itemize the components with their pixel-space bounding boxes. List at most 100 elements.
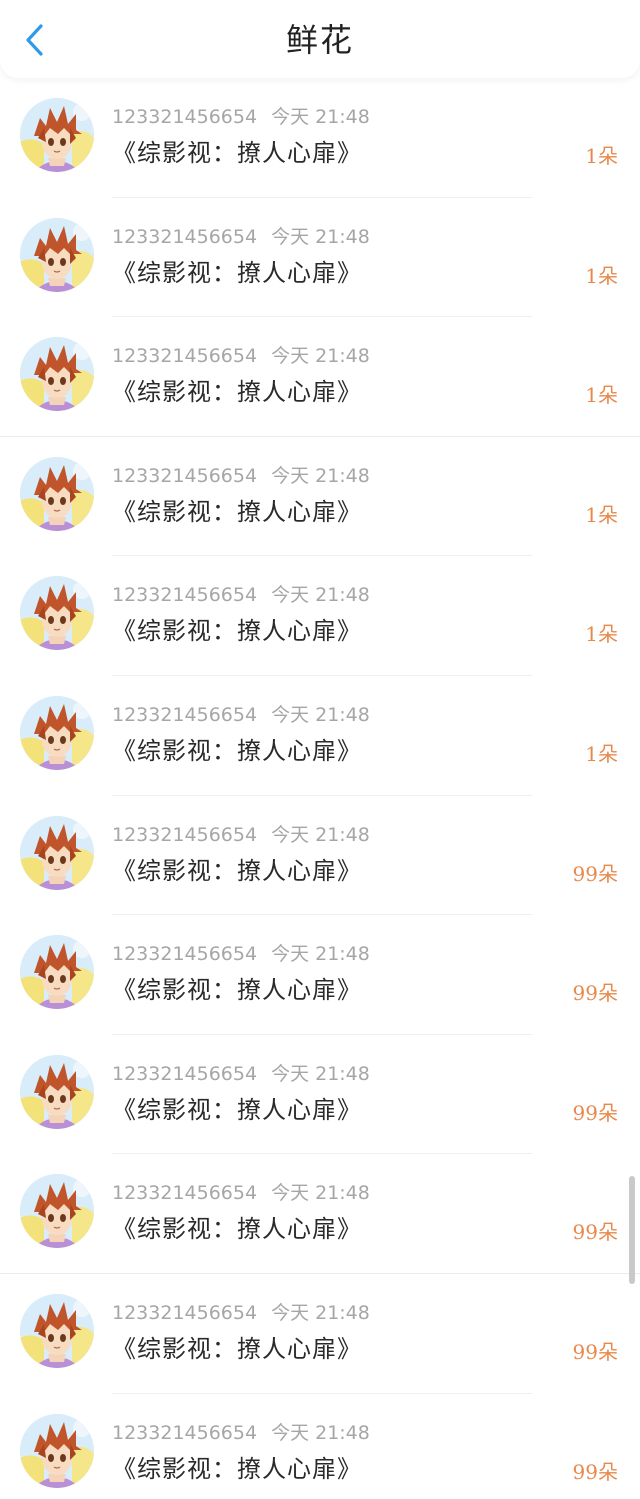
flower-count: 1朵 [585,502,618,527]
anime-avatar-icon [20,1174,94,1249]
book-title: 《综影视：撩人心扉》 [112,497,362,526]
avatar[interactable] [20,1293,94,1368]
book-title: 《综影视：撩人心扉》 [112,976,362,1005]
username: 123321456654 [112,225,258,248]
list-item[interactable]: 123321456654 今天 21:48 《综影视：撩人心扉》 99朵 [0,1274,640,1394]
item-meta: 123321456654 今天 21:48 [112,582,370,608]
anime-avatar-icon [20,695,94,770]
username: 123321456654 [112,1421,258,1444]
timestamp: 今天 21:48 [271,464,370,487]
avatar[interactable] [20,1174,94,1249]
username: 123321456654 [112,1301,258,1324]
avatar[interactable] [20,1413,94,1488]
item-meta: 123321456654 今天 21:48 [112,1300,370,1326]
username: 123321456654 [112,823,258,846]
avatar[interactable] [20,456,94,531]
timestamp: 今天 21:48 [271,1182,370,1205]
username: 123321456654 [112,1062,258,1085]
flower-count: 99朵 [572,861,618,886]
flower-count: 99朵 [572,981,618,1006]
avatar[interactable] [20,1054,94,1129]
avatar[interactable] [20,695,94,770]
avatar[interactable] [20,98,94,172]
flower-count: 99朵 [572,1220,618,1245]
list-item[interactable]: 123321456654 今天 21:48 《综影视：撩人心扉》 99朵 [0,1035,640,1155]
book-title: 《综影视：撩人心扉》 [112,617,362,646]
flower-count: 1朵 [585,622,618,647]
book-title: 《综影视：撩人心扉》 [112,378,362,407]
anime-avatar-icon [20,98,94,172]
book-title: 《综影视：撩人心扉》 [112,1215,362,1244]
list-item[interactable]: 123321456654 今天 21:48 《综影视：撩人心扉》 1朵 [0,556,640,676]
book-title: 《综影视：撩人心扉》 [112,139,362,167]
scrollbar-thumb[interactable] [629,1176,635,1284]
timestamp: 今天 21:48 [271,1421,370,1444]
book-title: 《综影视：撩人心扉》 [112,1454,362,1483]
anime-avatar-icon [20,576,94,651]
username: 123321456654 [112,703,258,726]
item-meta: 123321456654 今天 21:48 [112,1180,370,1206]
avatar[interactable] [20,337,94,412]
username: 123321456654 [112,464,258,487]
list-item[interactable]: 123321456654 今天 21:48 《综影视：撩人心扉》 1朵 [0,78,640,198]
item-meta: 123321456654 今天 21:48 [112,1420,370,1446]
book-title: 《综影视：撩人心扉》 [112,736,362,765]
timestamp: 今天 21:48 [271,584,370,607]
avatar[interactable] [20,935,94,1010]
list-item[interactable]: 123321456654 今天 21:48 《综影视：撩人心扉》 99朵 [0,796,640,916]
item-meta: 123321456654 今天 21:48 [112,224,370,250]
username: 123321456654 [112,345,258,368]
flower-count: 1朵 [585,263,618,288]
timestamp: 今天 21:48 [271,943,370,966]
page-title: 鲜花 [285,21,354,59]
timestamp: 今天 21:48 [271,823,370,846]
anime-avatar-icon [20,815,94,890]
anime-avatar-icon [20,217,94,292]
book-title: 《综影视：撩人心扉》 [112,258,362,287]
list-item[interactable]: 123321456654 今天 21:48 《综影视：撩人心扉》 1朵 [0,676,640,796]
flower-count: 1朵 [585,144,618,168]
flower-count: 99朵 [572,1100,618,1125]
flowers-page: 鲜花 123321456654 今天 21:48 《综影视：撩人心扉》 1朵 1… [0,0,640,1499]
anime-avatar-icon [20,456,94,531]
item-meta: 123321456654 今天 21:48 [112,343,370,369]
top-bar: 鲜花 [0,0,640,78]
list-item[interactable]: 123321456654 今天 21:48 《综影视：撩人心扉》 1朵 [0,317,640,437]
list-item[interactable]: 123321456654 今天 21:48 《综影视：撩人心扉》 1朵 [0,437,640,557]
flower-count: 99朵 [572,1339,618,1364]
list-item[interactable]: 123321456654 今天 21:48 《综影视：撩人心扉》 99朵 [0,1154,640,1274]
anime-avatar-icon [20,1293,94,1368]
item-meta: 123321456654 今天 21:48 [112,463,370,489]
list-item[interactable]: 123321456654 今天 21:48 《综影视：撩人心扉》 1朵 [0,198,640,318]
list-item[interactable]: 123321456654 今天 21:48 《综影视：撩人心扉》 99朵 [0,1394,640,1499]
anime-avatar-icon [20,337,94,412]
item-meta: 123321456654 今天 21:48 [112,822,370,848]
timestamp: 今天 21:48 [271,703,370,726]
flower-count: 1朵 [585,383,618,408]
item-meta: 123321456654 今天 21:48 [112,702,370,728]
avatar[interactable] [20,217,94,292]
avatar[interactable] [20,576,94,651]
username: 123321456654 [112,1182,258,1205]
username: 123321456654 [112,584,258,607]
avatar[interactable] [20,815,94,890]
item-meta: 123321456654 今天 21:48 [112,1061,370,1087]
anime-avatar-icon [20,935,94,1010]
flower-gift-list: 123321456654 今天 21:48 《综影视：撩人心扉》 1朵 12332… [0,78,640,1499]
item-meta: 123321456654 今天 21:48 [112,104,370,130]
book-title: 《综影视：撩人心扉》 [112,856,362,885]
list-item[interactable]: 123321456654 今天 21:48 《综影视：撩人心扉》 99朵 [0,915,640,1035]
timestamp: 今天 21:48 [271,1301,370,1324]
anime-avatar-icon [20,1413,94,1488]
flower-count: 99朵 [572,1459,618,1484]
username: 123321456654 [112,943,258,966]
flower-count: 1朵 [585,741,618,766]
item-meta: 123321456654 今天 21:48 [112,941,370,967]
book-title: 《综影视：撩人心扉》 [112,1334,362,1363]
timestamp: 今天 21:48 [271,1062,370,1085]
timestamp: 今天 21:48 [271,106,370,128]
book-title: 《综影视：撩人心扉》 [112,1095,362,1124]
anime-avatar-icon [20,1054,94,1129]
username: 123321456654 [112,106,258,128]
timestamp: 今天 21:48 [271,345,370,368]
